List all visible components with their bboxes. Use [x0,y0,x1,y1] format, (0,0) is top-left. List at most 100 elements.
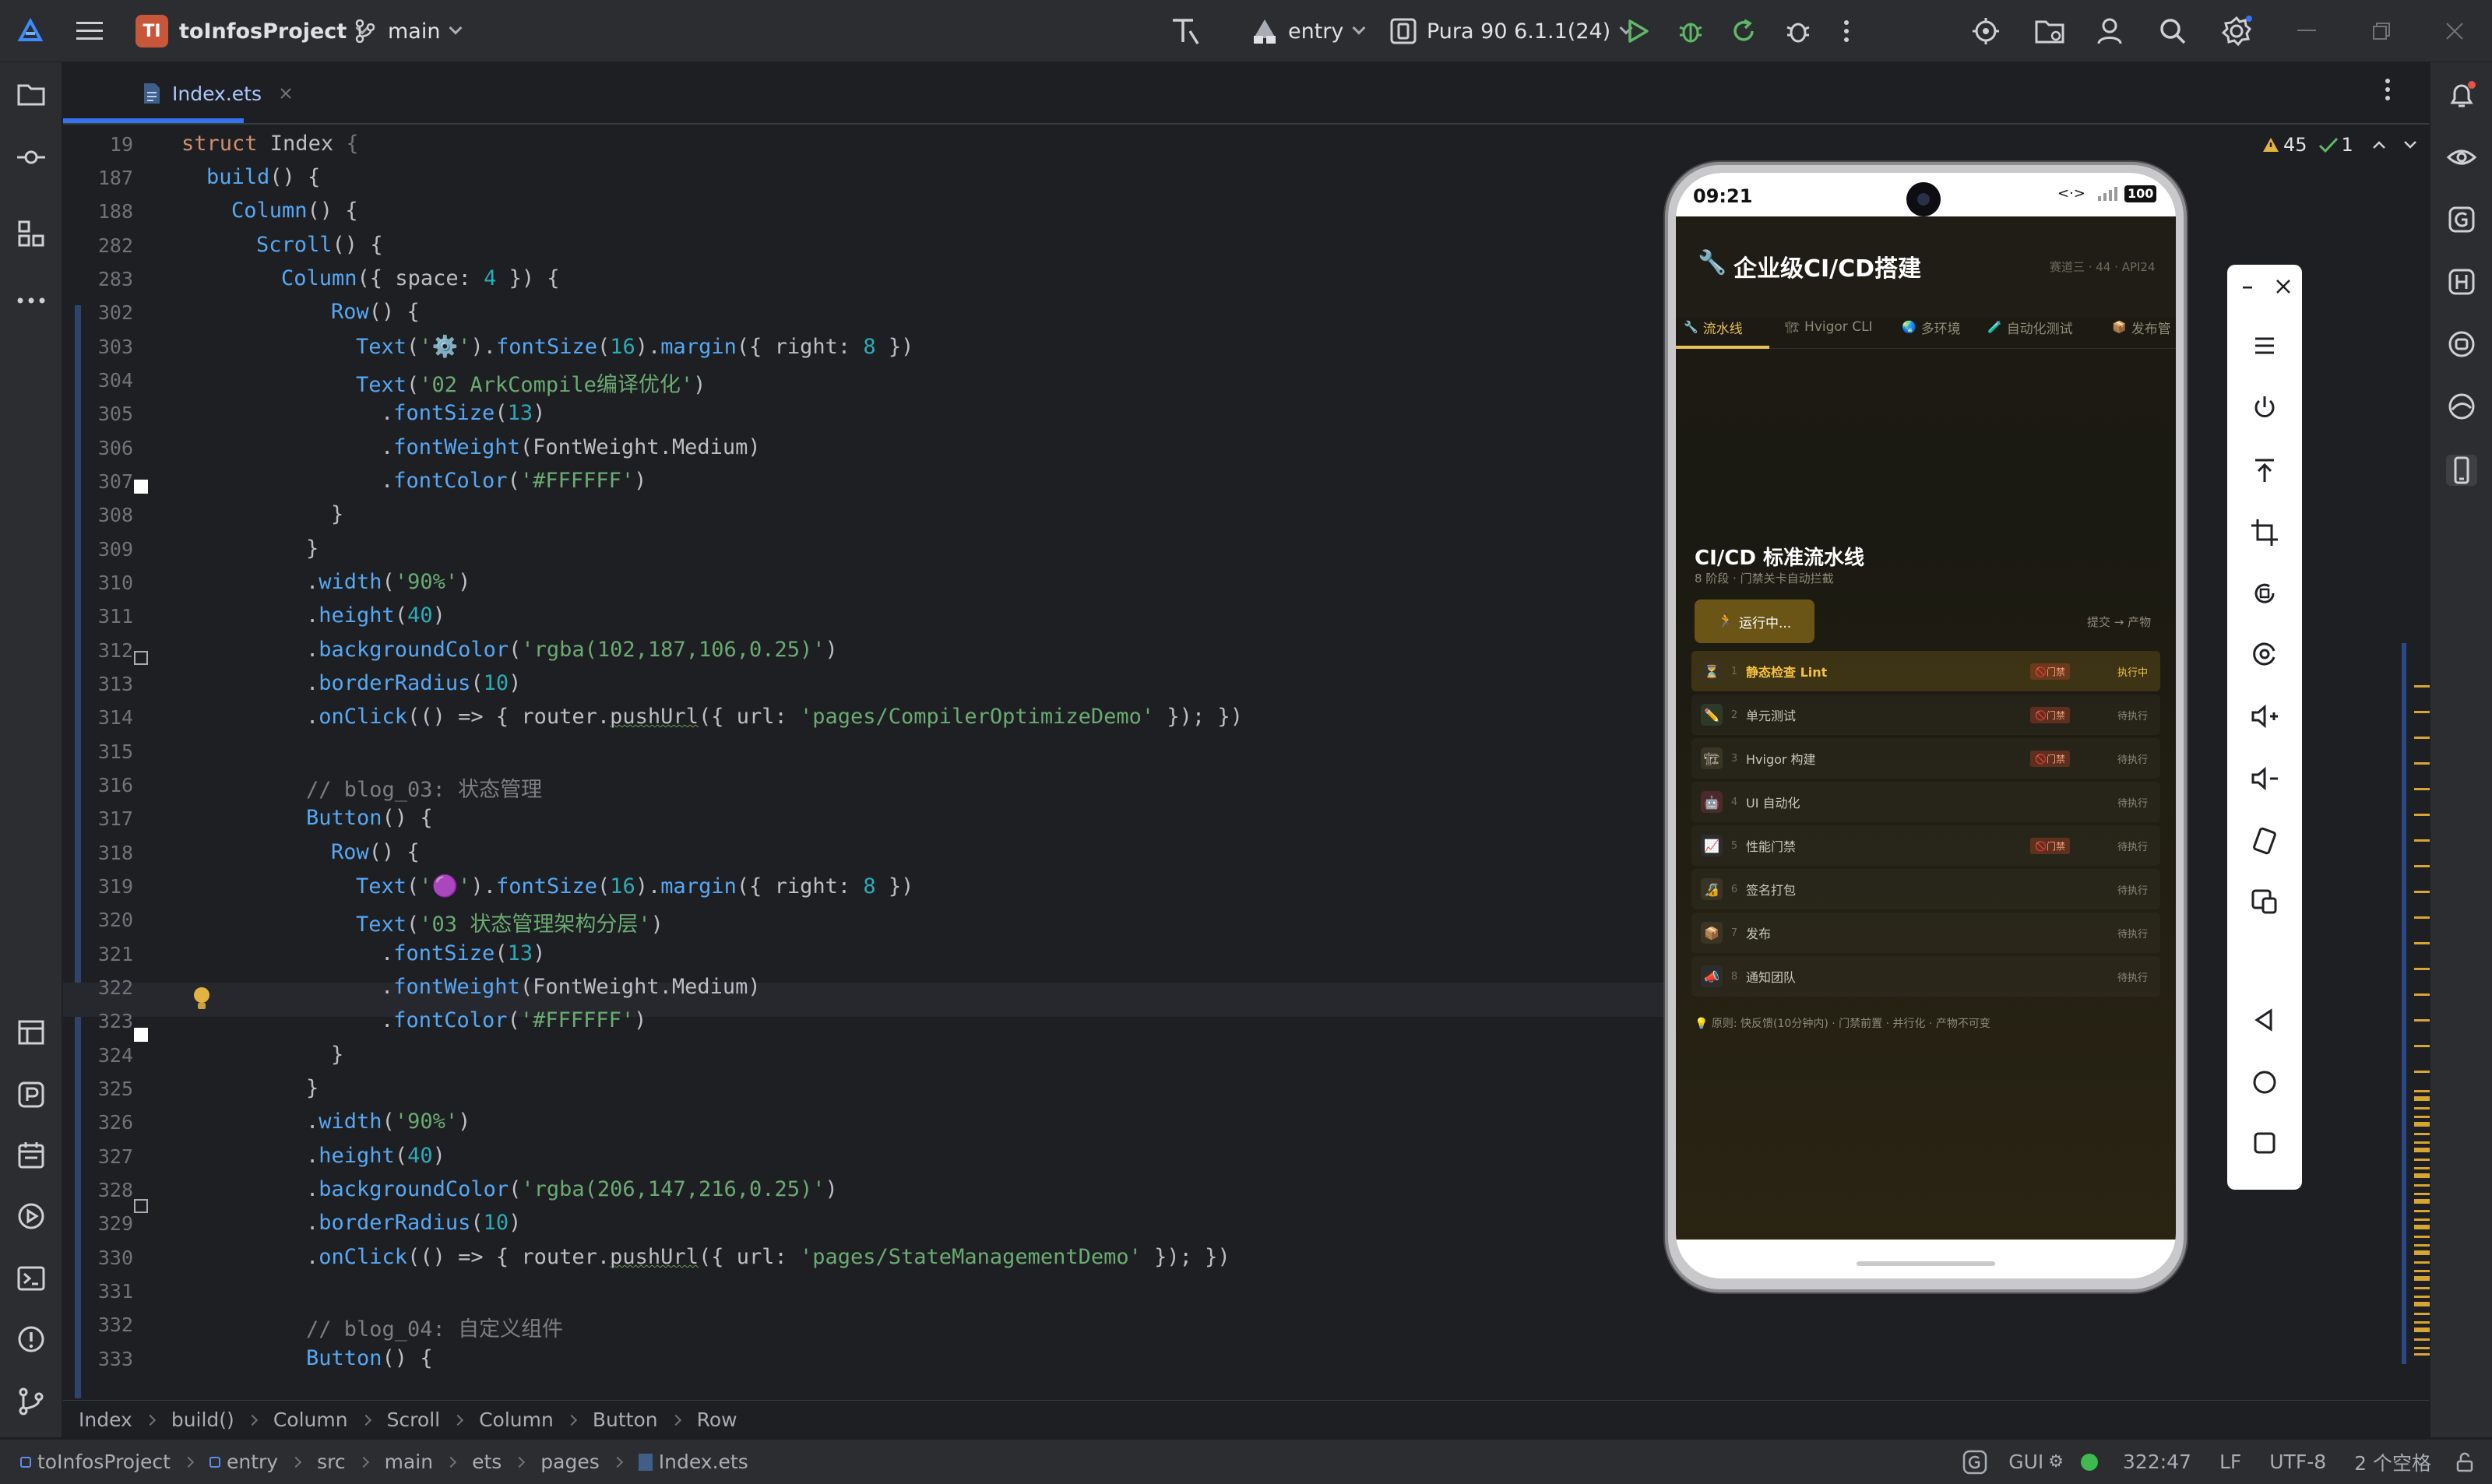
warning-marker[interactable] [2414,1124,2430,1127]
code-line[interactable]: Button() { [306,1346,433,1370]
path-segment[interactable]: src [317,1451,346,1473]
warning-marker[interactable] [2414,1218,2430,1221]
code-line[interactable]: Text('🟣').fontSize(16).margin({ right: 8… [356,874,913,898]
breadcrumb-item[interactable]: Column [479,1408,554,1431]
codegenie-icon[interactable] [2446,391,2477,422]
main-menu-icon[interactable] [76,0,103,62]
code-line[interactable]: Text('03 状态管理架构分层') [356,907,663,937]
warning-marker[interactable] [2414,1296,2430,1298]
warning-marker[interactable] [2414,942,2430,944]
caret-position[interactable]: 322:47 [2123,1451,2191,1473]
code-line[interactable]: .height(40) [306,1144,445,1168]
warning-marker[interactable] [2414,968,2430,970]
run-tool-icon[interactable] [16,1201,47,1232]
warning-marker[interactable] [2414,788,2430,790]
code-line[interactable]: Text('⚙️').fontSize(16).margin({ right: … [356,334,913,359]
breadcrumb-item[interactable]: Index [79,1408,132,1431]
warning-marker[interactable] [2414,1270,2430,1272]
warning-marker[interactable] [2414,1184,2430,1187]
power-icon[interactable] [2249,392,2280,424]
app-tab[interactable]: 🌏 多环境 [1902,305,1961,349]
code-line[interactable]: // blog_04: 自定义组件 [306,1312,563,1342]
run-pipeline-button[interactable]: 🏃 运行中... [1695,600,1814,643]
home-icon[interactable] [2249,1067,2280,1098]
path-segment[interactable]: pages [540,1451,599,1473]
breadcrumb-item[interactable]: build() [171,1408,234,1431]
target-icon[interactable] [1972,0,2000,62]
app-tab[interactable]: 🧪 自动化测试 [1987,305,2073,349]
screen-record-icon[interactable] [2249,638,2280,670]
minimize-button[interactable] [2297,0,2316,62]
debug-button[interactable] [1677,0,1704,62]
run-button[interactable] [1626,0,1649,62]
path-segment[interactable]: main [385,1451,433,1473]
device-selector[interactable]: Pura 90 6.1.1(24) [1389,0,1633,62]
recents-icon[interactable] [2249,1127,2280,1159]
color-swatch-purple[interactable] [134,1199,148,1213]
warning-marker[interactable] [2414,1253,2430,1255]
code-line[interactable]: struct Index { [181,132,359,156]
more-tools-icon[interactable] [16,285,47,316]
problems-icon[interactable] [16,1324,47,1355]
path-segment[interactable]: toInfosProject [37,1451,171,1473]
warning-marker[interactable] [2414,891,2430,893]
path-segment[interactable]: ets [472,1451,502,1473]
device-screen[interactable]: 09:21 <·> 100 🔧 企业级CI/CD搭建 赛道三 · 44 · AP… [1676,173,2176,1278]
warning-marker[interactable] [2414,1313,2430,1315]
app-tab[interactable]: 📦 发布管 [2112,305,2171,349]
code-line[interactable]: .borderRadius(10) [306,1211,521,1235]
chevron-up-icon[interactable] [2372,140,2386,149]
warning-marker[interactable] [2414,1090,2430,1092]
warning-marker[interactable] [2414,1159,2430,1161]
warning-marker[interactable] [2414,1019,2430,1022]
warning-marker[interactable] [2414,1107,2430,1109]
warning-marker[interactable] [2414,1167,2430,1169]
breadcrumb-item[interactable]: Scroll [387,1408,441,1431]
profiler-icon[interactable] [16,1079,47,1110]
stage-row[interactable]: 🏗 3 Hvigor 构建 🚫门禁 待执行 [1691,738,2160,779]
warning-marker[interactable] [2414,839,2430,842]
stage-row[interactable]: 📦 7 发布 待执行 [1691,913,2160,953]
code-line[interactable]: } [331,1043,343,1067]
close-tab-icon[interactable] [279,86,293,100]
code-line[interactable]: // blog_03: 状态管理 [306,772,542,803]
code-line[interactable]: Button() { [306,806,433,830]
warning-marker[interactable] [2414,685,2430,687]
warning-marker[interactable] [2414,1321,2430,1324]
tab-options-icon[interactable] [2384,78,2392,101]
minimize-icon[interactable] [2237,276,2258,297]
path-segment[interactable]: entry [227,1451,278,1473]
warning-marker[interactable] [2414,1287,2430,1289]
editor-scrollbar[interactable] [2402,643,2406,1364]
warning-marker[interactable] [2414,1193,2430,1195]
device-preview-icon[interactable] [2446,455,2477,486]
notifications-icon[interactable] [2446,79,2477,111]
gui-label[interactable]: GUI [2008,1451,2043,1473]
calendar-icon[interactable] [16,1140,47,1171]
search-icon[interactable] [2159,0,2187,62]
stage-row[interactable]: 📈 5 性能门禁 🚫门禁 待执行 [1691,825,2160,866]
code-line[interactable]: .fontColor('#FFFFFF') [381,469,646,493]
layers-icon[interactable] [16,1017,47,1048]
warning-marker[interactable] [2414,1330,2430,1332]
tab-index-ets[interactable]: Index.ets [141,62,293,125]
warning-marker[interactable] [2414,1116,2430,1118]
code-line[interactable]: Text('02 ArkCompile编译优化') [356,367,706,398]
color-swatch-white[interactable] [134,1028,148,1042]
warning-marker[interactable] [2414,814,2430,816]
warning-marker[interactable] [2414,1176,2430,1178]
back-icon[interactable] [2249,1004,2280,1036]
path-segment[interactable]: Index.ets [659,1451,748,1473]
warning-marker[interactable] [2414,1141,2430,1144]
code-line[interactable]: } [331,502,343,526]
read-only-toggle-icon[interactable] [2455,1452,2475,1472]
project-selector[interactable]: TI toInfosProject [136,0,369,62]
device-manager-icon[interactable] [2446,329,2477,360]
line-separator[interactable]: LF [2219,1451,2241,1473]
stage-row[interactable]: 🤖 4 UI 自动化 待执行 [1691,782,2160,822]
warning-marker[interactable] [2414,916,2430,919]
code-line[interactable]: .fontSize(13) [381,941,545,965]
code-line[interactable]: } [306,536,319,561]
breadcrumb-item[interactable]: Column [273,1408,348,1431]
app-logo-icon[interactable] [17,0,44,62]
